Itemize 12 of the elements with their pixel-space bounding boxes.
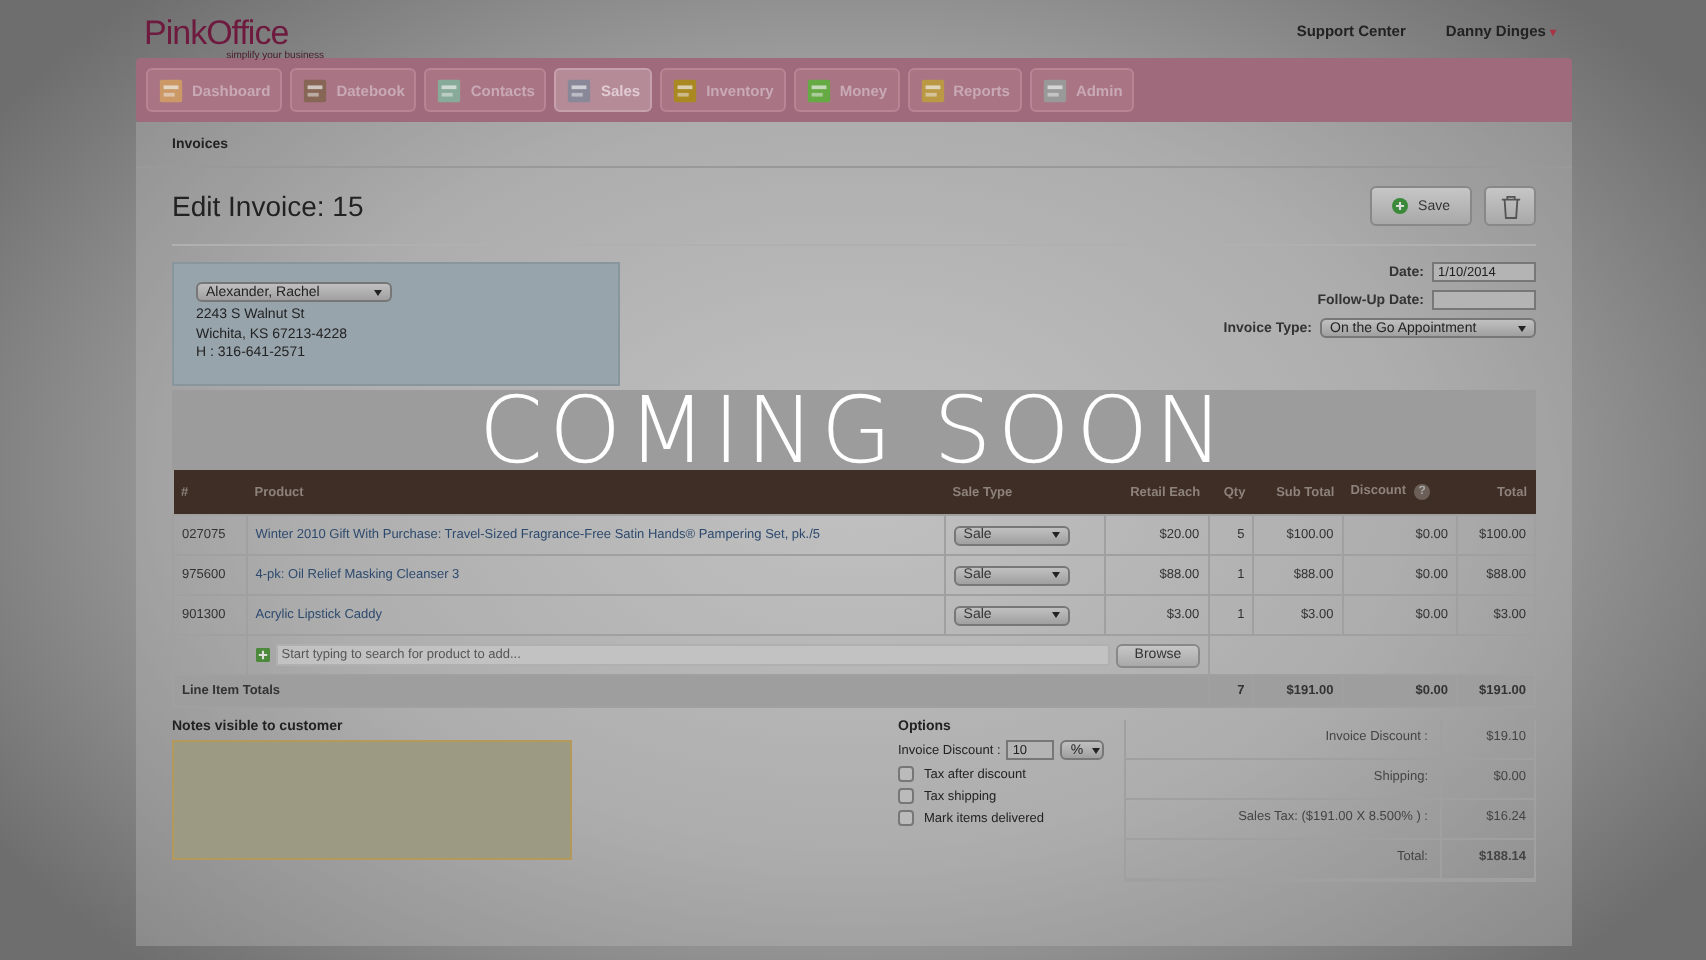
notes-field[interactable] <box>172 740 572 860</box>
plus-icon <box>255 648 270 662</box>
checkbox[interactable] <box>898 810 914 826</box>
plus-icon <box>1392 198 1409 214</box>
delete-button[interactable] <box>1484 186 1536 226</box>
checkbox[interactable] <box>898 766 914 782</box>
coming-soon-overlay-text: COMING SOON <box>478 390 1230 470</box>
page-title: Edit Invoice: 15 <box>172 190 364 222</box>
logo-wordmark: PinkOffice <box>144 14 289 52</box>
trash-icon <box>1499 193 1521 219</box>
input-field[interactable] <box>1432 290 1536 310</box>
checkbox[interactable] <box>898 788 914 804</box>
